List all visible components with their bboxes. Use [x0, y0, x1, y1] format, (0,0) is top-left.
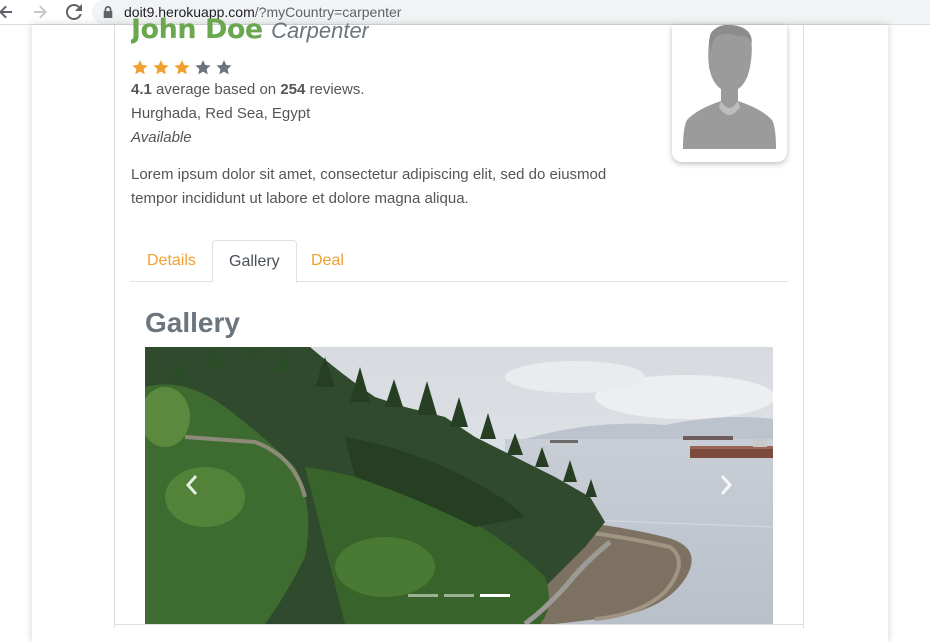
profile-tabs: Details Gallery Deal — [130, 240, 788, 283]
availability-status: Available — [131, 129, 192, 146]
rating-value: 4.1 — [131, 81, 152, 98]
profile-location: Hurghada, Red Sea, Egypt — [131, 105, 311, 122]
star-icon — [132, 60, 148, 75]
chevron-left-icon — [185, 475, 198, 495]
chevron-right-icon — [720, 475, 733, 495]
profile-heading: John Doe Carpenter — [131, 14, 369, 46]
review-count: 254 — [280, 81, 306, 98]
carousel-next-button[interactable] — [711, 467, 741, 503]
tab-gallery[interactable]: Gallery — [212, 240, 297, 283]
gallery-image — [145, 347, 773, 624]
rating-summary: 4.1 average based on 254 reviews. — [131, 81, 365, 98]
reload-icon — [66, 4, 82, 20]
profile-name: John Doe — [131, 14, 263, 45]
carousel-prev-button[interactable] — [177, 467, 207, 503]
forward-button[interactable] — [28, 0, 52, 24]
star-icon — [174, 60, 190, 75]
arrow-right-icon — [34, 5, 47, 19]
carousel-indicators — [408, 594, 510, 597]
avatar — [672, 25, 787, 162]
gallery-heading: Gallery — [145, 307, 240, 338]
arrow-left-icon — [0, 5, 12, 19]
user-silhouette-icon — [683, 25, 776, 149]
reviews-word: reviews. — [309, 81, 365, 98]
rating-text: average based on — [156, 81, 277, 98]
profile-bio: Lorem ipsum dolor sit amet, consectetur … — [131, 166, 607, 207]
lock-icon — [102, 5, 116, 19]
card-divider — [114, 624, 804, 626]
star-icon — [153, 60, 169, 75]
tab-deal[interactable]: Deal — [295, 240, 360, 282]
gallery-carousel[interactable] — [145, 347, 773, 624]
rating-stars — [131, 59, 233, 76]
profile-profession: Carpenter — [271, 18, 370, 43]
reload-button[interactable] — [62, 0, 86, 24]
carousel-indicator[interactable] — [444, 594, 474, 597]
star-icon — [195, 60, 211, 75]
tab-details[interactable]: Details — [131, 240, 212, 282]
carousel-indicator[interactable] — [408, 594, 438, 597]
star-icon — [216, 60, 232, 75]
back-button[interactable] — [0, 0, 18, 24]
carousel-indicator[interactable] — [480, 594, 510, 597]
